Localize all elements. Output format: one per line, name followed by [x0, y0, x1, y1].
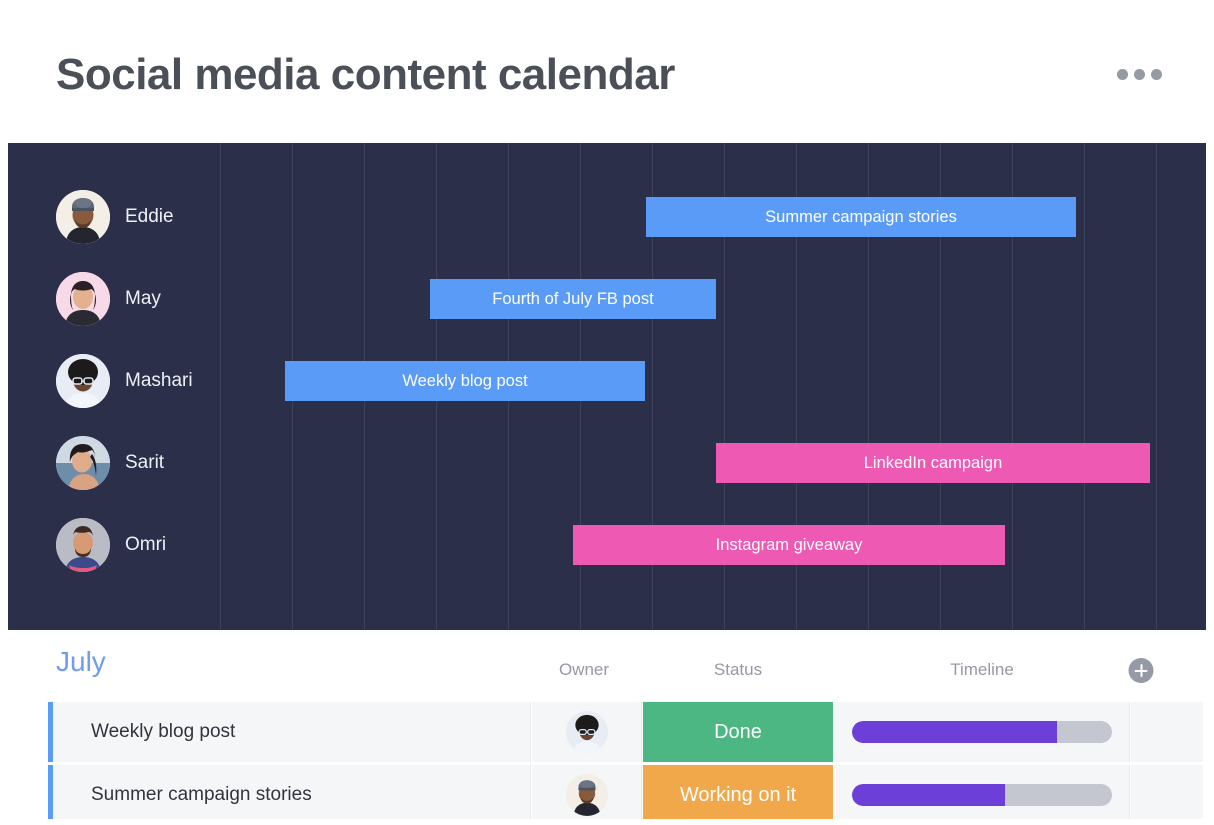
progress-bar[interactable] [851, 721, 1112, 743]
timeline-panel: Eddie Summer campaign stories May Fourth of… [8, 143, 1206, 630]
person-name: Mashari [125, 370, 193, 391]
table-row: Weekly blog post Done [8, 702, 1206, 762]
gantt-bar[interactable]: Instagram giveaway [573, 525, 1005, 565]
person-name: Sarit [125, 452, 165, 473]
timeline-row: May Fourth of July FB post [8, 258, 1206, 340]
avatar[interactable] [56, 272, 110, 326]
gantt-bar[interactable]: LinkedIn campaign [716, 443, 1150, 483]
avatar[interactable] [565, 711, 608, 753]
person-name: May [125, 288, 161, 309]
table-row: Summer campaign stories Working on it [8, 765, 1206, 819]
timeline-person: Mashari [56, 354, 193, 408]
kebab-dot [1117, 69, 1128, 80]
cell-add-column[interactable] [1131, 765, 1203, 819]
kebab-menu-icon[interactable] [1113, 59, 1166, 90]
status-badge[interactable]: Working on it [643, 765, 833, 819]
group-title[interactable]: July [56, 648, 106, 676]
table-panel: July Owner Status Timeline Weekly blog p… [8, 630, 1206, 819]
board-header: Social media content calendar [8, 6, 1206, 143]
gantt-bar[interactable]: Weekly blog post [285, 361, 645, 401]
progress-bar-fill [851, 784, 1005, 806]
table-header-row: July Owner Status Timeline [8, 630, 1206, 702]
timeline-row: Mashari Weekly blog post [8, 340, 1206, 422]
timeline-row: Sarit LinkedIn campaign [8, 422, 1206, 504]
timeline-person: May [56, 272, 161, 326]
timeline-row: Eddie Summer campaign stories [8, 176, 1206, 258]
column-header-timeline[interactable]: Timeline [950, 660, 1014, 680]
avatar[interactable] [56, 518, 110, 572]
timeline-person: Omri [56, 518, 166, 572]
table-body: Weekly blog post Done Summer campaign stor… [8, 702, 1206, 819]
person-name: Omri [125, 534, 167, 555]
timeline-person: Eddie [56, 190, 174, 244]
person-name: Eddie [125, 206, 174, 227]
cell-owner[interactable] [532, 702, 642, 762]
gantt-bar[interactable]: Fourth of July FB post [430, 279, 716, 319]
avatar[interactable] [56, 354, 110, 408]
cell-add-column[interactable] [1131, 702, 1203, 762]
gantt-bar[interactable]: Summer campaign stories [646, 197, 1076, 237]
column-header-owner[interactable]: Owner [559, 660, 609, 680]
cell-item-name[interactable]: Summer campaign stories [53, 765, 531, 819]
cell-timeline[interactable] [834, 765, 1130, 819]
row-accent-bar [48, 702, 53, 762]
progress-bar[interactable] [851, 784, 1112, 806]
avatar[interactable] [565, 774, 608, 816]
kebab-dot [1151, 69, 1162, 80]
avatar[interactable] [56, 190, 110, 244]
avatar[interactable] [56, 436, 110, 490]
cell-owner[interactable] [532, 765, 642, 819]
progress-bar-fill [851, 721, 1057, 743]
row-accent-bar [48, 765, 53, 819]
status-badge[interactable]: Done [643, 702, 833, 762]
cell-item-name[interactable]: Weekly blog post [53, 702, 531, 762]
timeline-rows: Eddie Summer campaign stories May Fourth of… [8, 143, 1206, 630]
page-title: Social media content calendar [56, 49, 675, 99]
kebab-dot [1134, 69, 1145, 80]
timeline-person: Sarit [56, 436, 164, 490]
column-header-status[interactable]: Status [714, 660, 762, 680]
board-window: Social media content calendar Eddie Summe… [0, 0, 1214, 825]
timeline-row: Omri Instagram giveaway [8, 504, 1206, 586]
plus-circle-icon[interactable] [1128, 658, 1154, 683]
cell-timeline[interactable] [834, 702, 1130, 762]
